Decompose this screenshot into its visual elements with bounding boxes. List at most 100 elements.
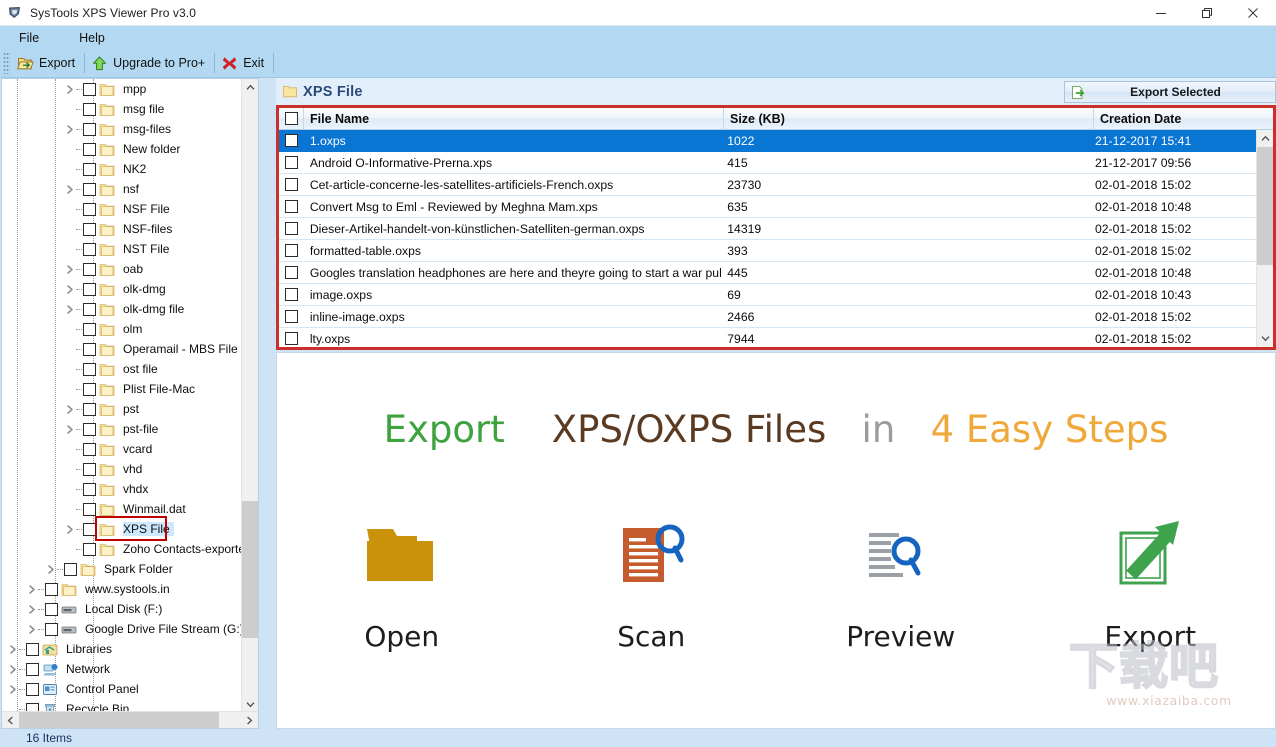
column-header-file-name[interactable]: File Name: [304, 108, 724, 130]
toolbar-exit-button[interactable]: Exit: [216, 51, 272, 75]
tree-item-checkbox[interactable]: [26, 663, 39, 676]
tree-item-vhdx[interactable]: vhdx: [2, 479, 242, 499]
chevron-right-icon[interactable]: [63, 119, 76, 139]
row-checkbox[interactable]: [285, 222, 298, 235]
tree-item-checkbox[interactable]: [83, 243, 96, 256]
tree-item-checkbox[interactable]: [83, 163, 96, 176]
chevron-right-icon[interactable]: [6, 679, 19, 699]
tree-item-checkbox[interactable]: [45, 583, 58, 596]
row-checkbox[interactable]: [285, 178, 298, 191]
tree-item-checkbox[interactable]: [83, 403, 96, 416]
row-checkbox[interactable]: [285, 244, 298, 257]
tree-item-mpp[interactable]: mpp: [2, 79, 242, 99]
table-row[interactable]: image.oxps6902-01-2018 10:43: [279, 284, 1256, 306]
tree-item-olk-dmg[interactable]: olk-dmg: [2, 279, 242, 299]
tree-item-nsf-files[interactable]: NSF-files: [2, 219, 242, 239]
tree-item-checkbox[interactable]: [83, 363, 96, 376]
tree-item-nsf-file[interactable]: NSF File: [2, 199, 242, 219]
tree-item-google-drive-file-stream-g[interactable]: Google Drive File Stream (G:): [2, 619, 242, 639]
row-checkbox-cell[interactable]: [279, 174, 304, 196]
tree-item-checkbox[interactable]: [83, 283, 96, 296]
tree-item-new-folder[interactable]: New folder: [2, 139, 242, 159]
chevron-right-icon[interactable]: [63, 299, 76, 319]
row-checkbox-cell[interactable]: [279, 196, 304, 218]
tree-item-msg-files[interactable]: msg-files: [2, 119, 242, 139]
tree-item-oab[interactable]: oab: [2, 259, 242, 279]
row-checkbox[interactable]: [285, 200, 298, 213]
chevron-right-icon[interactable]: [63, 179, 76, 199]
tree-item-nst-file[interactable]: NST File: [2, 239, 242, 259]
select-all-checkbox[interactable]: [285, 112, 298, 125]
tree-item-checkbox[interactable]: [83, 203, 96, 216]
tree-item-checkbox[interactable]: [83, 423, 96, 436]
tree-item-checkbox[interactable]: [83, 183, 96, 196]
export-selected-button[interactable]: Export Selected: [1064, 81, 1276, 103]
chevron-right-icon[interactable]: [63, 399, 76, 419]
tree-item-checkbox[interactable]: [26, 683, 39, 696]
tree-item-spark-folder[interactable]: Spark Folder: [2, 559, 242, 579]
tree-item-checkbox[interactable]: [45, 623, 58, 636]
tree-item-checkbox[interactable]: [83, 83, 96, 96]
row-checkbox-cell[interactable]: [279, 328, 304, 348]
row-checkbox-cell[interactable]: [279, 284, 304, 306]
chevron-right-icon[interactable]: [63, 519, 76, 539]
chevron-right-icon[interactable]: [63, 79, 76, 99]
column-header-size[interactable]: Size (KB): [724, 108, 1094, 130]
select-all-header[interactable]: [279, 108, 304, 130]
restore-icon[interactable]: [1184, 0, 1230, 26]
tree-item-checkbox[interactable]: [83, 443, 96, 456]
tree-item-network[interactable]: Network: [2, 659, 242, 679]
scroll-right-icon[interactable]: [241, 712, 258, 729]
row-checkbox[interactable]: [285, 332, 298, 345]
chevron-right-icon[interactable]: [25, 619, 38, 639]
chevron-right-icon[interactable]: [25, 579, 38, 599]
tree-item-checkbox[interactable]: [83, 503, 96, 516]
row-checkbox-cell[interactable]: [279, 240, 304, 262]
tree-item-xps-file[interactable]: XPS File: [2, 519, 242, 539]
tree-item-pst[interactable]: pst: [2, 399, 242, 419]
tree-item-zoho-contacts-exported[interactable]: Zoho Contacts-exported: [2, 539, 242, 559]
row-checkbox[interactable]: [285, 288, 298, 301]
row-checkbox-cell[interactable]: [279, 218, 304, 240]
row-checkbox-cell[interactable]: [279, 262, 304, 284]
table-row[interactable]: lty.oxps794402-01-2018 15:02: [279, 328, 1256, 347]
file-list-vertical-scrollbar[interactable]: [1256, 130, 1273, 347]
scroll-down-icon[interactable]: [1257, 330, 1273, 347]
menu-item-file[interactable]: File: [10, 29, 48, 47]
tree-item-checkbox[interactable]: [83, 523, 96, 536]
tree-item-olm[interactable]: olm: [2, 319, 242, 339]
tree-hscroll-thumb[interactable]: [19, 712, 219, 729]
tree-item-operamail-mbs-file[interactable]: Operamail - MBS File: [2, 339, 242, 359]
tree-item-local-disk-f[interactable]: Local Disk (F:): [2, 599, 242, 619]
file-list-body[interactable]: 1.oxps102221-12-2017 15:41Android O-Info…: [279, 130, 1256, 347]
tree-item-checkbox[interactable]: [83, 483, 96, 496]
tree-item-checkbox[interactable]: [83, 383, 96, 396]
tree-item-checkbox[interactable]: [83, 343, 96, 356]
chevron-right-icon[interactable]: [44, 559, 57, 579]
tree-item-ost-file[interactable]: ost file: [2, 359, 242, 379]
tree-item-vhd[interactable]: vhd: [2, 459, 242, 479]
tree-item-vcard[interactable]: vcard: [2, 439, 242, 459]
tree-item-checkbox[interactable]: [83, 543, 96, 556]
table-row[interactable]: Android O-Informative-Prerna.xps41521-12…: [279, 152, 1256, 174]
tree-item-checkbox[interactable]: [83, 123, 96, 136]
tree-vertical-scrollbar[interactable]: [241, 79, 258, 713]
table-row[interactable]: Dieser-Artikel-handelt-von-künstlichen-S…: [279, 218, 1256, 240]
menu-item-help[interactable]: Help: [70, 29, 114, 47]
table-row[interactable]: Convert Msg to Eml - Reviewed by Meghna …: [279, 196, 1256, 218]
close-icon[interactable]: [1230, 0, 1276, 26]
row-checkbox[interactable]: [285, 310, 298, 323]
tree-item-winmail-dat[interactable]: Winmail.dat: [2, 499, 242, 519]
tree-item-control-panel[interactable]: Control Panel: [2, 679, 242, 699]
row-checkbox[interactable]: [285, 134, 298, 147]
table-row[interactable]: formatted-table.oxps39302-01-2018 15:02: [279, 240, 1256, 262]
tree-scroll-thumb[interactable]: [242, 501, 259, 638]
chevron-right-icon[interactable]: [63, 279, 76, 299]
tree-item-www-systools-in[interactable]: www.systools.in: [2, 579, 242, 599]
tree-item-msg-file[interactable]: msg file: [2, 99, 242, 119]
tree-item-checkbox[interactable]: [45, 603, 58, 616]
row-checkbox[interactable]: [285, 156, 298, 169]
minimize-icon[interactable]: [1138, 0, 1184, 26]
tree-horizontal-scrollbar[interactable]: [2, 711, 258, 728]
tree-item-checkbox[interactable]: [83, 103, 96, 116]
